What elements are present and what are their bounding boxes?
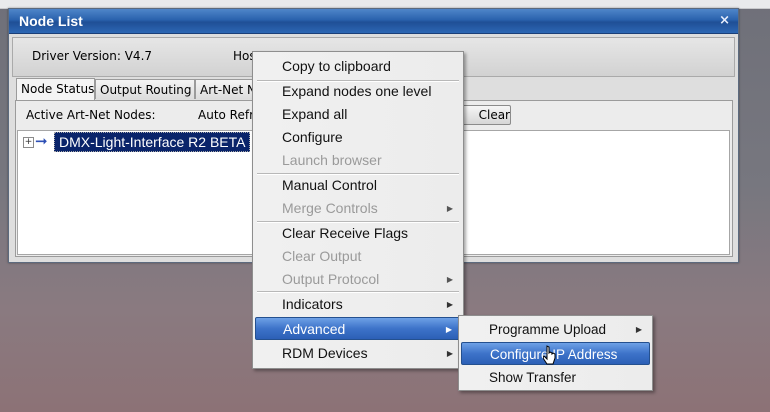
- menu-item-merge-controls: Merge Controls ▶: [255, 197, 461, 220]
- menu-item-output-protocol: Output Protocol ▶: [255, 268, 461, 291]
- menu-item-expand-all[interactable]: Expand all: [255, 103, 461, 126]
- menu-item-expand-one-level[interactable]: Expand nodes one level: [255, 80, 461, 103]
- menu-item-label: Launch browser: [282, 152, 382, 168]
- driver-version-label: Driver Version: V4.7: [32, 49, 153, 63]
- menu-item-rdm-devices[interactable]: RDM Devices ▶: [255, 342, 461, 365]
- context-menu: Copy to clipboard Expand nodes one level…: [252, 51, 464, 369]
- submenu-arrow-icon: ▶: [635, 325, 642, 334]
- menu-item-label: Merge Controls: [282, 200, 378, 216]
- menu-item-advanced[interactable]: Advanced ▶: [255, 317, 461, 340]
- menu-item-manual-control[interactable]: Manual Control: [255, 174, 461, 197]
- tab-node-status[interactable]: Node Status: [16, 78, 95, 100]
- menu-item-copy-to-clipboard[interactable]: Copy to clipboard: [255, 55, 461, 78]
- clear-rdm-label: Clear RDM: [474, 108, 510, 124]
- submenu-arrow-icon: ▶: [446, 349, 453, 358]
- menu-item-launch-browser: Launch browser: [255, 149, 461, 172]
- menu-item-indicators[interactable]: Indicators ▶: [255, 293, 461, 316]
- menu-item-label: Configure: [282, 129, 343, 145]
- window-titlebar[interactable]: Node List ×: [9, 9, 738, 34]
- menu-item-label: Output Protocol: [282, 271, 380, 287]
- menu-item-show-transfer[interactable]: Show Transfer: [461, 366, 650, 389]
- tab-output-routing[interactable]: Output Routing: [95, 79, 195, 99]
- menu-item-label: Copy to clipboard: [282, 58, 391, 74]
- menu-item-label: Indicators: [282, 296, 343, 312]
- menu-item-label: Manual Control: [282, 177, 377, 193]
- menu-item-programme-upload[interactable]: Programme Upload ▶: [461, 318, 650, 341]
- menu-item-label: Expand all: [282, 106, 348, 122]
- menu-item-label: Advanced: [283, 321, 346, 337]
- menu-item-label: Clear Output: [282, 248, 362, 264]
- auto-refresh-label[interactable]: Auto Refresh: [198, 108, 258, 122]
- menu-item-label: Expand nodes one level: [282, 83, 432, 99]
- menu-item-configure[interactable]: Configure: [255, 126, 461, 149]
- menu-item-label: Programme Upload: [489, 322, 607, 337]
- submenu-arrow-icon: ▶: [446, 275, 453, 284]
- active-nodes-label: Active Art-Net Nodes:: [26, 108, 156, 122]
- window-title: Node List: [19, 13, 83, 29]
- submenu-arrow-icon: ▶: [446, 300, 453, 309]
- menu-item-label: RDM Devices: [282, 345, 368, 361]
- pointer-cursor-icon: [543, 345, 556, 365]
- submenu-arrow-icon: ▶: [446, 204, 453, 213]
- close-icon[interactable]: ×: [719, 13, 730, 28]
- tree-node-selected[interactable]: DMX-Light-Interface R2 BETA: [54, 132, 251, 152]
- submenu-arrow-icon: ▶: [445, 325, 452, 334]
- node-arrow-icon: ➞: [35, 132, 48, 150]
- menu-item-label: Show Transfer: [489, 370, 577, 385]
- menu-item-clear-output: Clear Output: [255, 245, 461, 268]
- tree-expand-icon[interactable]: +: [23, 137, 34, 148]
- menu-item-clear-receive-flags[interactable]: Clear Receive Flags: [255, 222, 461, 245]
- menu-item-label: Clear Receive Flags: [282, 225, 409, 241]
